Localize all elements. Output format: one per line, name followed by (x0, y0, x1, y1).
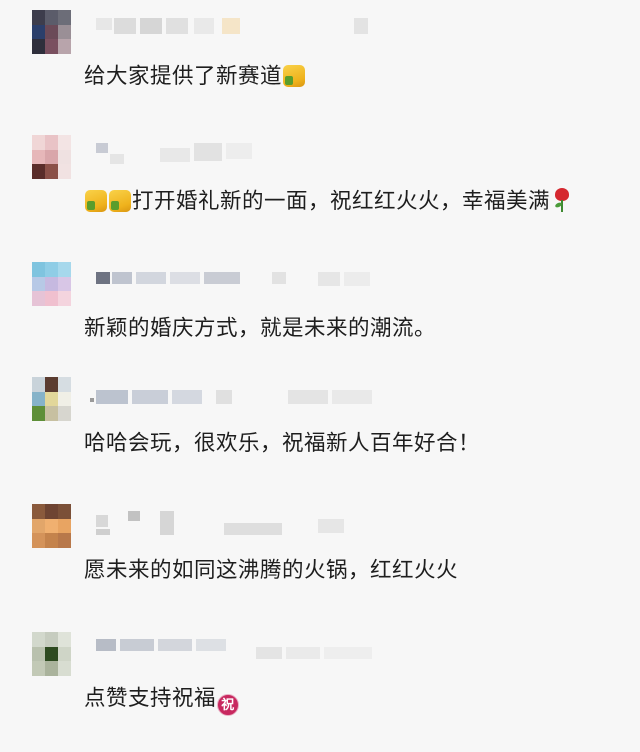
comment-item: 哈哈会玩，很欢乐，祝福新人百年好合！ (0, 377, 640, 497)
comment-text-content: 点赞支持祝福 (84, 686, 217, 711)
comment-text-content: 新颖的婚庆方式，就是未来的潮流。 (84, 316, 437, 341)
username-blurred[interactable] (96, 509, 396, 535)
comment-item: 愿未来的如同这沸腾的火锅，红红火火 (0, 504, 640, 624)
thumbs-up-icon (109, 190, 131, 212)
avatar[interactable] (32, 262, 71, 306)
comment-text-content: 打开婚礼新的一面，祝红红火火，幸福美满 (132, 189, 551, 214)
avatar[interactable] (32, 632, 71, 676)
comment-text-content: 哈哈会玩，很欢乐，祝福新人百年好合！ (84, 431, 481, 456)
comment-text: 哈哈会玩，很欢乐，祝福新人百年好合！ (84, 429, 480, 459)
avatar[interactable] (32, 135, 71, 179)
username-blurred[interactable] (96, 15, 396, 37)
comment-item: 打开婚礼新的一面，祝红红火火，幸福美满 (0, 135, 640, 255)
username-blurred[interactable] (96, 267, 396, 289)
blessing-icon: 祝 (217, 694, 240, 716)
comment-text-content: 愿未来的如同这沸腾的火锅，红红火火 (84, 558, 459, 583)
comment-text-content: 给大家提供了新赛道 (84, 64, 283, 89)
comment-list: 给大家提供了新赛道 打开婚礼新的一面，祝红红火火，幸福美满 新颖的婚庆方式，就是… (0, 0, 640, 728)
username-blurred[interactable] (96, 140, 396, 164)
thumbs-up-icon (85, 190, 107, 212)
avatar[interactable] (32, 377, 71, 421)
comment-text: 愿未来的如同这沸腾的火锅，红红火火 (84, 556, 458, 586)
avatar[interactable] (32, 10, 71, 54)
username-blurred[interactable] (90, 382, 396, 404)
thumbs-up-icon (283, 65, 306, 87)
rose-icon (551, 188, 573, 212)
comment-text: 新颖的婚庆方式，就是未来的潮流。 (84, 314, 436, 344)
username-blurred[interactable] (96, 637, 396, 659)
avatar[interactable] (32, 504, 71, 548)
comment-item: 给大家提供了新赛道 (0, 10, 640, 130)
comment-text: 点赞支持祝福祝 (84, 684, 240, 716)
comment-text: 打开婚礼新的一面，祝红红火火，幸福美满 (84, 187, 574, 217)
comment-text: 给大家提供了新赛道 (84, 62, 306, 92)
comment-item: 新颖的婚庆方式，就是未来的潮流。 (0, 262, 640, 382)
comment-item: 点赞支持祝福祝 (0, 632, 640, 752)
